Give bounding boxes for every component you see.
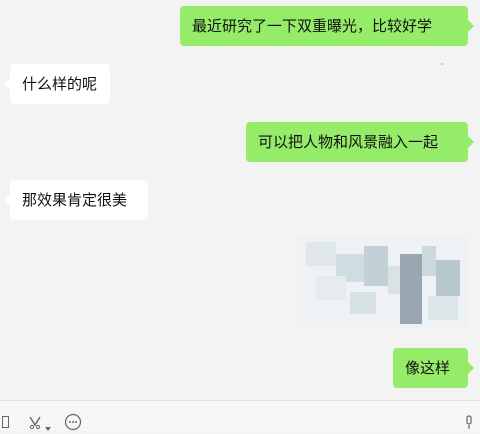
message-bubble-received[interactable]: 那效果肯定很美 [4,180,148,220]
window-icon[interactable] [2,415,10,432]
chat-area: 最近研究了一下双重曝光，比较好学 什么样的呢 可以把人物和风景融入一起 那效果肯… [0,0,480,400]
message-text: 那效果肯定很美 [22,191,128,209]
image-pixel [350,292,376,314]
message-text: 可以把人物和风景融入一起 [258,133,439,151]
message-bubble-sent[interactable]: 最近研究了一下双重曝光，比较好学 [180,6,474,46]
input-toolbar [0,400,480,431]
emoji-icon[interactable] [64,413,82,434]
image-pixel [306,242,336,266]
scissors-icon[interactable] [28,415,42,432]
message-bubble-sent[interactable]: 可以把人物和风景融入一起 [246,122,474,162]
image-pixel [422,246,436,276]
image-pixel [316,276,346,300]
image-message[interactable] [296,236,468,328]
message-text: 什么样的呢 [22,75,98,93]
message-text: 像这样 [405,359,451,377]
microphone-icon[interactable] [464,415,474,432]
image-pixel [428,296,458,320]
decorative-dot [441,63,443,65]
message-bubble-received[interactable]: 什么样的呢 [4,64,110,104]
image-pixel [436,260,460,296]
chevron-down-icon[interactable] [45,418,51,434]
image-pixel [400,254,422,324]
message-bubble-sent[interactable]: 像这样 [393,348,474,388]
message-text: 最近研究了一下双重曝光，比较好学 [192,17,433,35]
image-pixel [364,246,388,286]
